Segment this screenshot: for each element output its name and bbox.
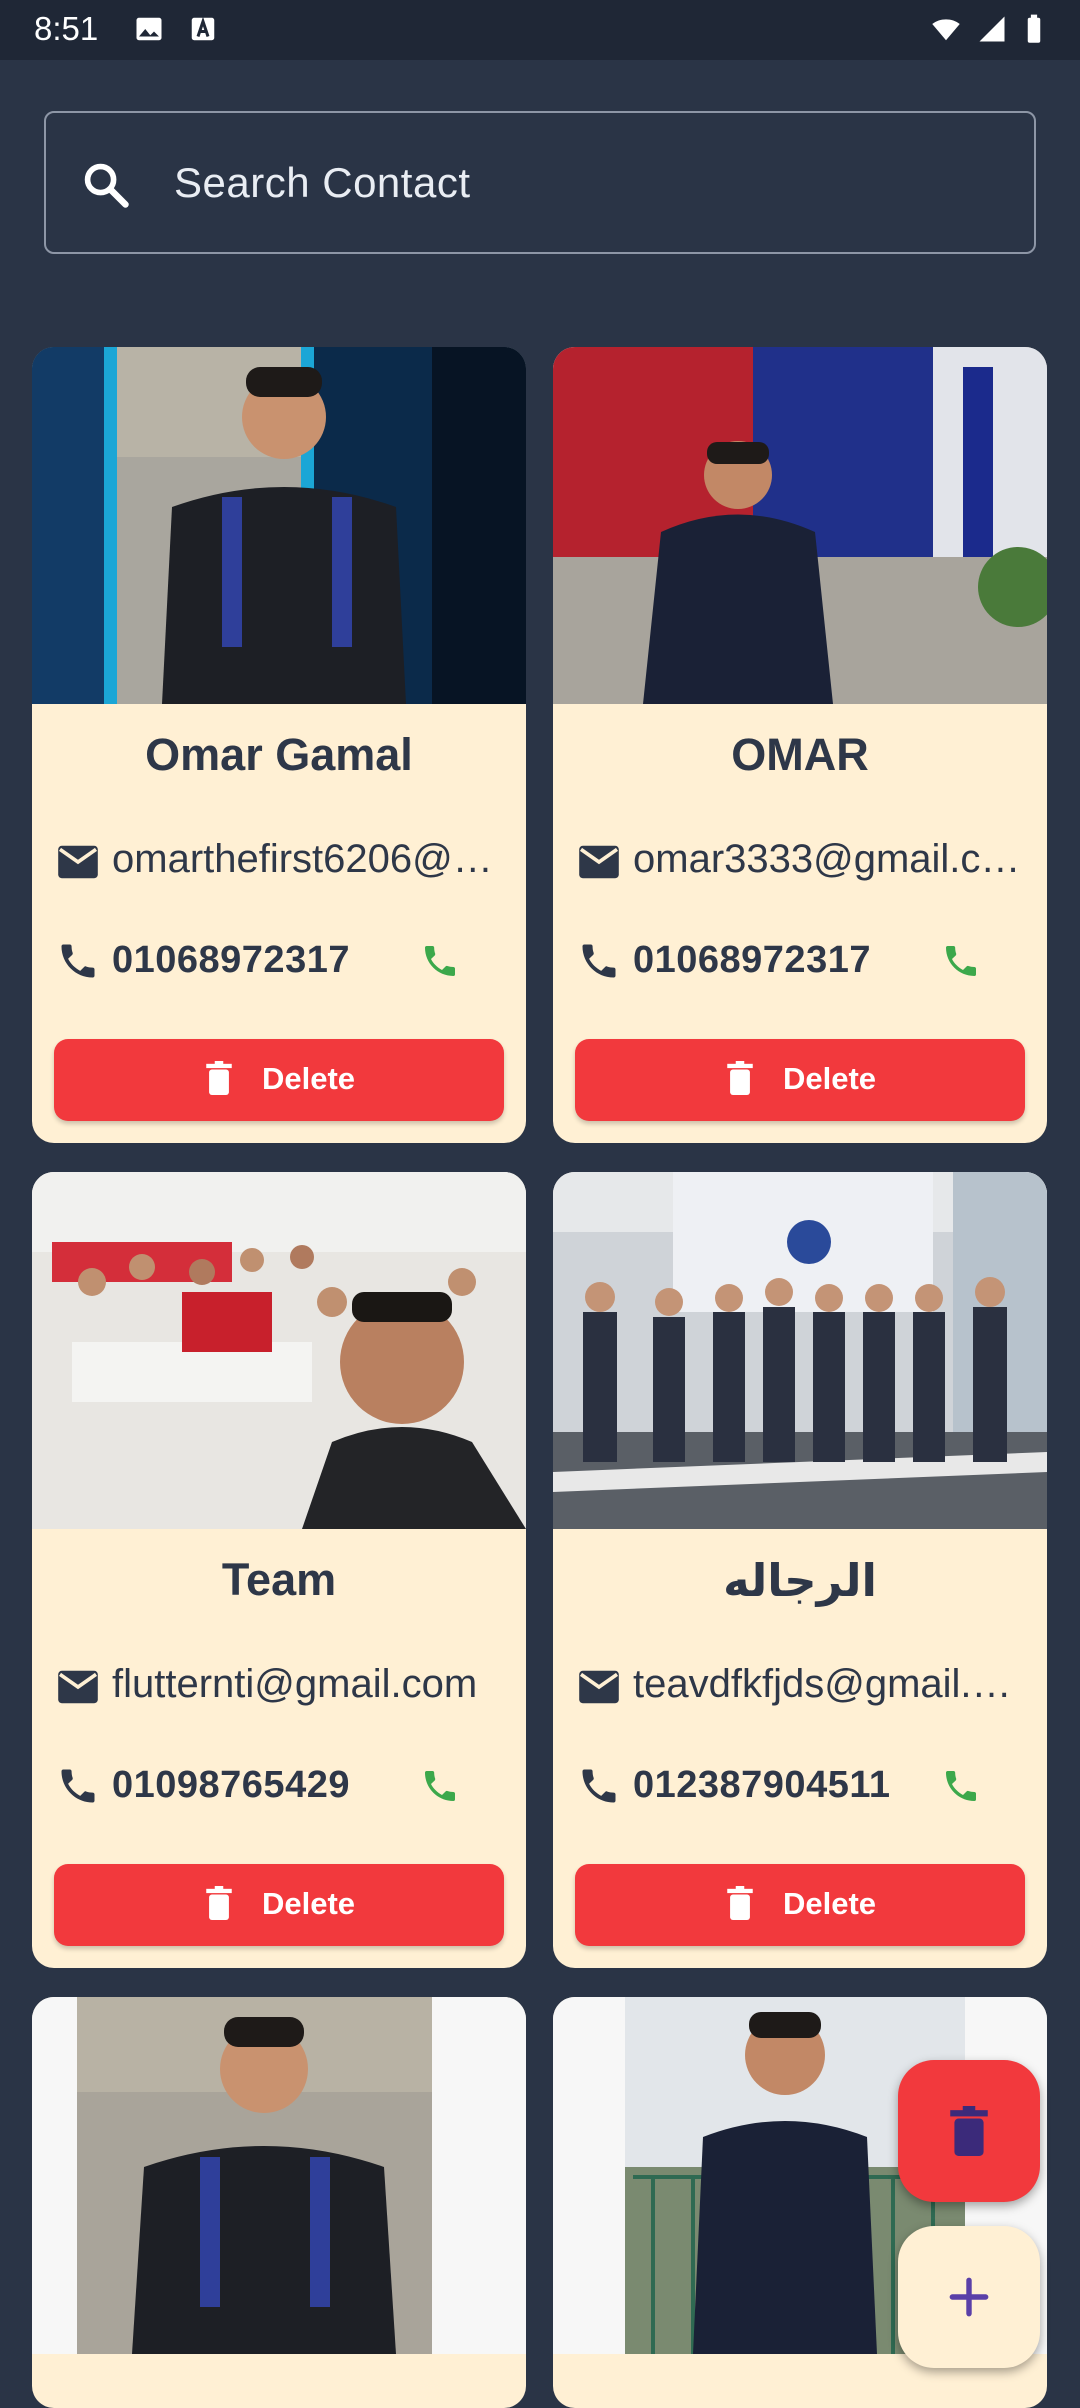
delete-button[interactable]: Delete (54, 1039, 504, 1121)
contact-card[interactable]: Team flutternti@gmail.com 01098765429 De… (32, 1172, 526, 1968)
phone-icon (582, 944, 616, 978)
contact-name: Team (221, 1554, 337, 1605)
gallery-notification-icon (136, 17, 162, 41)
phone-icon (61, 1769, 95, 1803)
contact-card[interactable]: Omar Gamal omarthefirst6206@… 0106897231… (32, 347, 526, 1143)
contact-phone: 01068972317 (633, 939, 871, 981)
contact-email: flutternti@gmail.com (112, 1662, 478, 1706)
trash-icon (727, 1061, 753, 1095)
delete-label: Delete (262, 1886, 356, 1921)
contact-photo (553, 347, 1047, 704)
status-bar: 8:51 (0, 0, 1080, 60)
contact-photo (32, 347, 526, 704)
contact-name: الرجاله (723, 1555, 877, 1606)
signal-icon (979, 16, 1005, 42)
contact-card[interactable]: الرجاله teavdfkfjds@gmail.… 012387904511… (553, 1172, 1047, 1968)
plus-icon (949, 2277, 989, 2317)
delete-label: Delete (262, 1061, 356, 1096)
delete-button[interactable]: Delete (54, 1864, 504, 1946)
call-icon[interactable] (941, 1766, 981, 1806)
delete-button[interactable]: Delete (575, 1039, 1025, 1121)
delete-label: Delete (783, 1886, 877, 1921)
mail-icon (58, 845, 98, 879)
status-time: 8:51 (34, 10, 99, 47)
contact-card[interactable] (32, 1997, 526, 2408)
mail-icon (58, 1670, 98, 1704)
trash-icon (727, 1886, 753, 1920)
battery-icon (1027, 14, 1041, 43)
wifi-icon (932, 19, 960, 41)
search-icon (84, 163, 129, 208)
search-field[interactable]: Search Contact (44, 111, 1036, 254)
trash-icon (950, 2106, 988, 2156)
contact-phone: 01068972317 (112, 939, 350, 981)
add-contact-fab[interactable] (898, 2226, 1040, 2368)
contact-card[interactable]: OMAR omar3333@gmail.c… 01068972317 Delet… (553, 347, 1047, 1143)
contact-email: omarthefirst6206@… (112, 837, 493, 881)
mail-icon (579, 1670, 619, 1704)
contact-photo (32, 1172, 526, 1529)
contact-name: OMAR (731, 729, 869, 780)
contact-phone: 012387904511 (633, 1764, 891, 1806)
text-notification-icon (191, 16, 215, 41)
phone-icon (582, 1769, 616, 1803)
delete-all-fab[interactable] (898, 2060, 1040, 2202)
contact-name: Omar Gamal (145, 729, 413, 780)
call-icon[interactable] (941, 941, 981, 981)
contact-email: teavdfkfjds@gmail.… (633, 1662, 1012, 1706)
contact-phone: 01098765429 (112, 1764, 350, 1806)
trash-icon (206, 1886, 232, 1920)
trash-icon (206, 1061, 232, 1095)
call-icon[interactable] (420, 1766, 460, 1806)
contact-photo (553, 1172, 1047, 1529)
phone-icon (61, 944, 95, 978)
call-icon[interactable] (420, 941, 460, 981)
mail-icon (579, 845, 619, 879)
search-placeholder: Search Contact (174, 159, 471, 206)
contact-photo (32, 1997, 526, 2354)
delete-button[interactable]: Delete (575, 1864, 1025, 1946)
contact-email: omar3333@gmail.c… (633, 837, 1021, 881)
delete-label: Delete (783, 1061, 877, 1096)
